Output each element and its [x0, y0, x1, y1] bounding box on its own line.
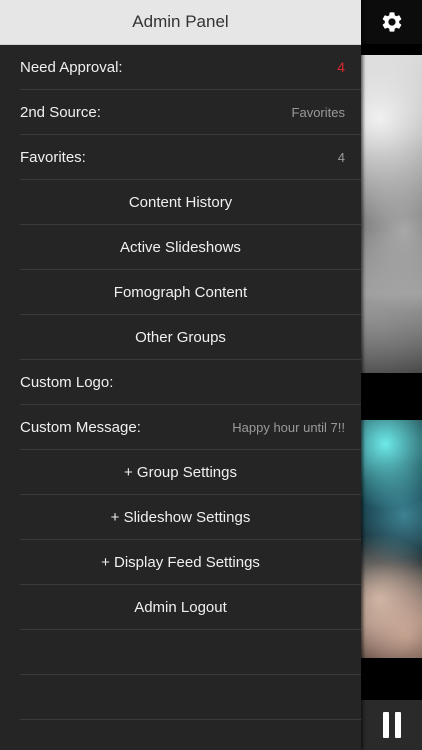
slideshow-photo[interactable] — [361, 420, 422, 658]
need-approval-label: Need Approval: — [20, 58, 123, 76]
content-history-button[interactable]: Content History — [20, 180, 361, 225]
empty-row — [20, 675, 361, 720]
group-settings-label: + Group Settings — [124, 463, 237, 481]
need-approval-row[interactable]: Need Approval: 4 — [20, 45, 361, 90]
settings-button[interactable] — [361, 0, 422, 44]
active-slideshows-button[interactable]: Active Slideshows — [20, 225, 361, 270]
favorites-row[interactable]: Favorites: 4 — [20, 135, 361, 180]
need-approval-count: 4 — [337, 59, 345, 75]
app-root: Admin Panel Need Approval: 4 2nd Source:… — [0, 0, 422, 750]
other-groups-label: Other Groups — [135, 328, 226, 346]
panel-header: Admin Panel — [0, 0, 361, 45]
display-feed-settings-button[interactable]: + Display Feed Settings — [20, 540, 361, 585]
display-feed-settings-label: + Display Feed Settings — [101, 553, 260, 571]
admin-menu: Need Approval: 4 2nd Source: Favorites F… — [0, 45, 361, 720]
slideshow-strip — [361, 0, 422, 750]
fomograph-content-button[interactable]: Fomograph Content — [20, 270, 361, 315]
second-source-value: Favorites — [291, 104, 345, 120]
slideshow-photo[interactable] — [361, 55, 422, 373]
gear-icon — [382, 12, 401, 32]
group-settings-button[interactable]: + Group Settings — [20, 450, 361, 495]
pause-icon — [394, 712, 401, 738]
empty-row — [20, 630, 361, 675]
page-title: Admin Panel — [132, 12, 229, 31]
admin-logout-button[interactable]: Admin Logout — [20, 585, 361, 630]
slideshow-settings-button[interactable]: + Slideshow Settings — [20, 495, 361, 540]
pause-icon — [382, 712, 389, 738]
custom-message-value: Happy hour until 7!! — [232, 419, 345, 435]
custom-logo-label: Custom Logo: — [20, 373, 114, 391]
second-source-row[interactable]: 2nd Source: Favorites — [20, 90, 361, 135]
favorites-count: 4 — [337, 149, 345, 165]
custom-message-label: Custom Message: — [20, 418, 141, 436]
custom-message-row[interactable]: Custom Message: Happy hour until 7!! — [20, 405, 361, 450]
favorites-label: Favorites: — [20, 148, 86, 166]
pause-button[interactable] — [361, 700, 422, 750]
other-groups-button[interactable]: Other Groups — [20, 315, 361, 360]
admin-panel: Admin Panel Need Approval: 4 2nd Source:… — [0, 0, 361, 750]
content-history-label: Content History — [128, 193, 233, 211]
active-slideshows-label: Active Slideshows — [120, 238, 241, 256]
custom-logo-row[interactable]: Custom Logo: — [20, 360, 361, 405]
second-source-label: 2nd Source: — [20, 103, 101, 121]
admin-logout-label: Admin Logout — [134, 598, 227, 616]
fomograph-content-label: Fomograph Content — [113, 283, 248, 301]
slideshow-settings-label: + Slideshow Settings — [110, 508, 251, 526]
